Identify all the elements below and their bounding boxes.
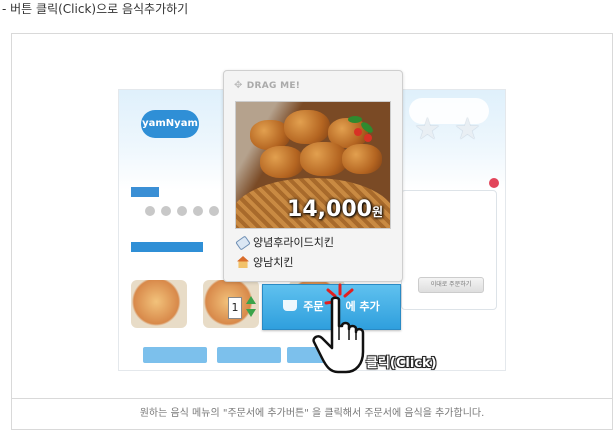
click-caption: 클릭(Click) [366,356,437,371]
star-icon: ★ [454,112,481,147]
category-tab [131,187,159,197]
food-thumbnail [131,280,187,328]
star-icon: ★ [414,112,441,147]
footer-caption: 원하는 음식 메뉴의 "주문서에 추가버튼" 을 클릭해서 주문서에 음식을 추… [12,398,612,429]
site-logo: yamNyam [141,110,199,138]
order-now-button: 이대로 주문하기 [418,277,484,293]
add-button-thumbnail [143,347,207,363]
shop-name-row: 양남치킨 [237,254,293,270]
drag-food-card[interactable]: ✥ DRAG ME! 14,000원 양념후라이드치킨 양남치킨 [223,70,403,282]
pin-icon [489,178,499,188]
price-label: 14,000원 [287,197,383,222]
food-category-icon [193,206,203,216]
item-name-row: 양념후라이드치킨 [235,234,334,251]
food-photo: 14,000원 [235,101,391,229]
food-category-icon [161,206,171,216]
food-category-icon [177,206,187,216]
food-category-icon [145,206,155,216]
menu-bar [131,242,203,252]
basket-icon [283,300,298,311]
house-icon [237,256,249,268]
order-sheet-panel: 이대로 주문하기 [401,190,497,310]
food-category-icon [209,206,219,216]
quantity-stepper[interactable] [245,294,257,320]
quantity-input[interactable]: 1 [228,297,242,319]
item-name: 양념후라이드치킨 [253,236,334,249]
add-button-thumbnail [217,347,281,363]
shop-name: 양남치킨 [253,256,294,269]
hand-pointer-icon [312,296,365,374]
tag-icon [235,235,251,251]
move-arrows-icon: ✥ [234,80,243,91]
drag-label-text: DRAG ME! [246,81,301,91]
decrease-arrow-icon[interactable] [246,309,256,317]
increase-arrow-icon[interactable] [246,296,256,304]
drag-handle[interactable]: ✥ DRAG ME! [234,80,300,91]
section-heading: - 버튼 클릭(Click)으로 음식추가하기 [2,2,189,16]
